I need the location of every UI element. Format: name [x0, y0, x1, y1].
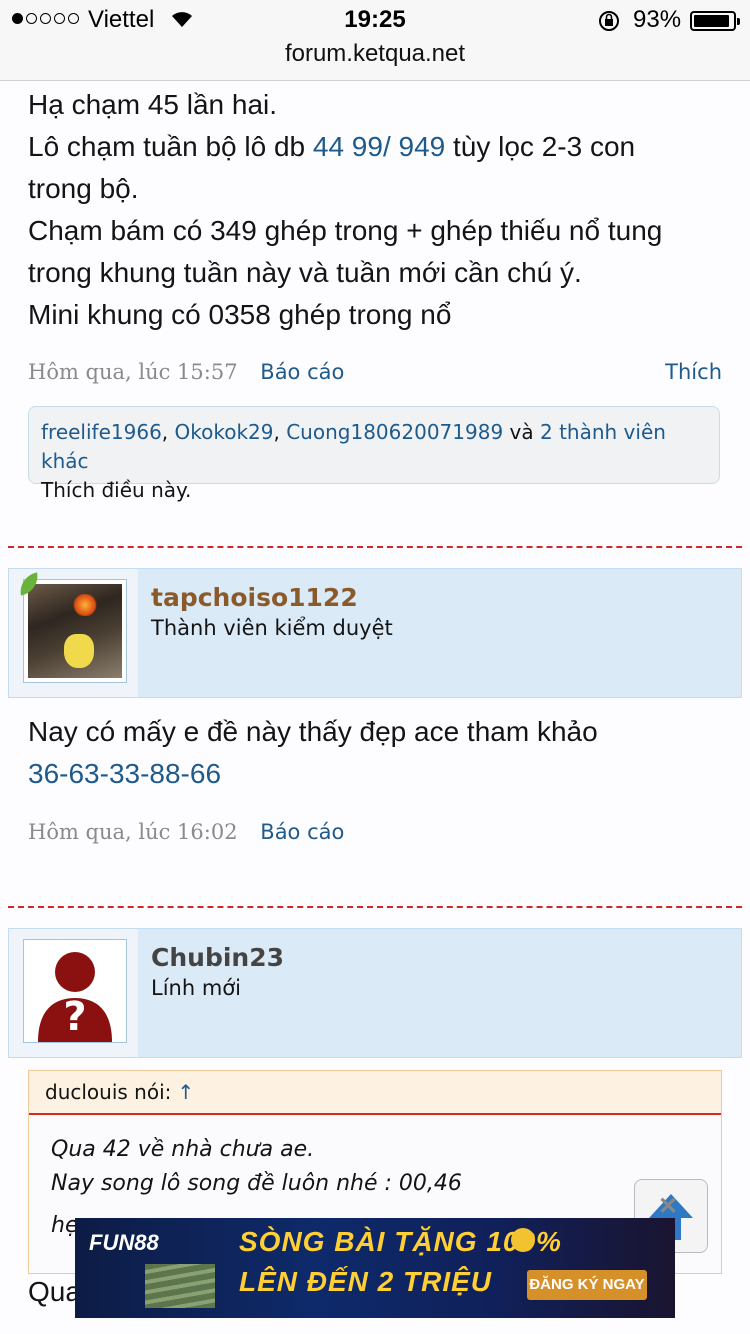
quote-author: duclouis nói:	[45, 1080, 172, 1104]
quote-line: Nay song lô song đề luôn nhé : 00,46	[51, 1171, 462, 1196]
jump-to-quote-icon[interactable]: ↑	[177, 1080, 194, 1104]
like-link[interactable]: Thích	[665, 360, 722, 384]
close-ad-icon[interactable]: ✕	[658, 1192, 678, 1221]
post-line: Mini khung có 0358 ghép trong nổ	[28, 299, 452, 330]
svg-text:?: ?	[63, 994, 86, 1040]
browser-status-bar: Viettel 19:25 93% forum.ketqua.net	[0, 0, 750, 81]
number-link[interactable]: 44 99/ 949	[313, 131, 445, 162]
username-link[interactable]: Chubin23	[151, 943, 284, 972]
rotation-lock-icon	[597, 9, 621, 40]
post-divider	[8, 546, 742, 548]
post-line: Lô chạm tuần bộ lô db 44 99/ 949 tùy lọc…	[28, 131, 636, 162]
user-bar: tapchoiso1122 Thành viên kiểm duyệt	[8, 568, 742, 698]
post-meta: Hôm qua, lúc 15:57 Báo cáo Thích	[28, 360, 722, 384]
likes-suffix: Thích điều này.	[41, 478, 192, 502]
report-link[interactable]: Báo cáo	[260, 820, 344, 844]
avatar[interactable]	[23, 579, 127, 683]
user-bar: ? Chubin23 Lính mới	[8, 928, 742, 1058]
quote-header: duclouis nói: ↑	[29, 1071, 721, 1115]
post-line: Hạ chạm 45 lần hai.	[28, 89, 278, 120]
ad-signup-button[interactable]: ĐĂNG KÝ NGAY	[527, 1270, 647, 1300]
quote-line: Qua 42 về nhà chưa ae.	[51, 1137, 315, 1162]
default-avatar-icon: ?	[24, 940, 126, 1042]
battery-icon	[690, 11, 740, 31]
liker-link[interactable]: Okokok29	[175, 420, 274, 444]
post-body: Nay có mấy e đề này thấy đẹp ace tham kh…	[28, 711, 728, 795]
post-line: trong khung tuần này và tuần mới cần chú…	[28, 257, 582, 288]
liker-link[interactable]: freelife1966	[41, 420, 162, 444]
user-role: Thành viên kiểm duyệt	[151, 616, 393, 640]
ad-subheadline: LÊN ĐẾN 2 TRIỆU	[239, 1266, 493, 1297]
post-body: Hạ chạm 45 lần hai. Lô chạm tuần bộ lô d…	[28, 84, 728, 336]
address-bar[interactable]: forum.ketqua.net	[0, 40, 750, 68]
post-line: trong bộ.	[28, 173, 139, 204]
post-time: Hôm qua, lúc 16:02	[28, 820, 238, 844]
liker-link[interactable]: Cuong180620071989	[286, 420, 503, 444]
number-link[interactable]: 36-63-33-88-66	[28, 753, 728, 795]
post-time: Hôm qua, lúc 15:57	[28, 360, 238, 384]
ad-brand: FUN88	[89, 1230, 159, 1255]
post-line: Nay có mấy e đề này thấy đẹp ace tham kh…	[28, 716, 598, 747]
username-link[interactable]: tapchoiso1122	[151, 583, 358, 612]
user-role: Lính mới	[151, 976, 241, 1000]
ad-banner[interactable]: FUN88 SÒNG BÀI TẶNG 100% LÊN ĐẾN 2 TRIỆU…	[75, 1218, 675, 1318]
post-line: Chạm bám có 349 ghép trong + ghép thiếu …	[28, 215, 663, 246]
post-body-start: Qua	[28, 1276, 81, 1307]
post-divider	[8, 906, 742, 908]
coin-icon	[511, 1228, 535, 1252]
battery-percentage: 93%	[633, 6, 682, 33]
avatar[interactable]: ?	[23, 939, 127, 1043]
report-link[interactable]: Báo cáo	[260, 360, 344, 384]
likes-summary: freelife1966, Okokok29, Cuong18062007198…	[28, 406, 720, 502]
post-meta: Hôm qua, lúc 16:02 Báo cáo	[28, 820, 722, 844]
money-stack-icon	[145, 1264, 215, 1308]
